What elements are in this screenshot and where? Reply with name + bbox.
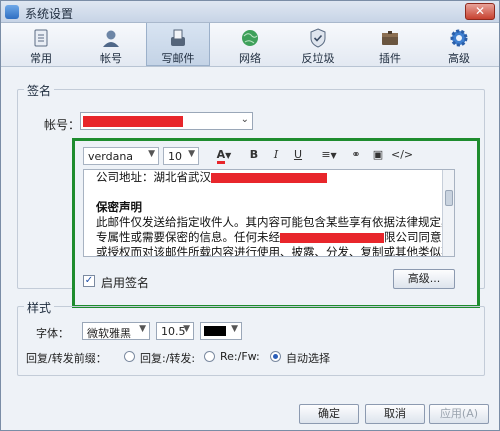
tab-general[interactable]: 常用 — [9, 23, 73, 66]
tab-account[interactable]: 帐号 — [79, 23, 143, 66]
signature-line: 公司地址：湖北省武汉 — [96, 170, 441, 185]
signature-group-label: 签名 — [24, 82, 55, 99]
tab-compose[interactable]: 写邮件 — [146, 23, 210, 66]
tab-label: 反垃圾 — [301, 52, 335, 65]
document-icon — [34, 29, 48, 47]
globe-icon — [242, 30, 258, 46]
prefix-label: 回复/转发前缀： — [26, 352, 107, 365]
shield-icon — [310, 28, 326, 48]
style-group: 样式 字体： 微软雅黑 ▼ 10.5 ▼ ▼ 回复/转发前缀： 回复:/转发: … — [17, 299, 485, 376]
color-select[interactable]: ▼ — [200, 322, 242, 340]
enable-signature-checkbox[interactable]: ✓ — [83, 275, 95, 287]
font-size-select[interactable]: 10.5 ▼ — [156, 322, 194, 340]
advanced-button[interactable]: 高级... — [393, 269, 455, 289]
prefix-radio-auto[interactable] — [270, 351, 281, 362]
tab-label: 网络 — [239, 52, 261, 65]
app-icon — [5, 5, 19, 19]
font-size-value: 10.5 — [161, 325, 186, 338]
text-color-button[interactable]: A▼ — [211, 148, 237, 164]
editor-scrollbar[interactable] — [442, 170, 454, 256]
prefix-option-label: 自动选择 — [286, 352, 330, 365]
signature-editor: verdana ▼ 10 ▼ A▼ B I U ≡▼ ⚭ ▣ </> 公司地址：… — [72, 138, 480, 308]
window-title: 系统设置 — [25, 7, 74, 21]
chevron-down-icon: ▼ — [231, 324, 238, 334]
font-size-value: 10 — [168, 150, 182, 163]
enable-signature-label: 启用签名 — [101, 276, 150, 290]
underline-icon[interactable]: U — [289, 148, 307, 164]
font-label: 字体： — [36, 327, 69, 340]
settings-content: 签名 帐号： ⌄ verdana ▼ 10 ▼ A▼ B I U ≡▼ ⚭ ▣ … — [17, 79, 485, 399]
color-swatch — [204, 326, 226, 336]
redacted-text — [280, 232, 384, 243]
cancel-button[interactable]: 取消 — [365, 404, 425, 424]
font-family-select[interactable]: verdana ▼ — [83, 147, 159, 165]
text-color-icon: A — [216, 148, 226, 164]
user-icon — [103, 30, 119, 47]
font-select[interactable]: 微软雅黑 ▼ — [82, 322, 150, 340]
signature-line: 保密声明 — [96, 200, 142, 214]
plugin-icon — [382, 31, 398, 45]
font-size-select[interactable]: 10 ▼ — [163, 147, 199, 165]
redacted-account — [83, 116, 183, 127]
font-family-value: verdana — [88, 150, 134, 163]
signature-text: 公司地址：湖北省武汉 保密声明 此邮件仅发送给指定收件人。其内容可能包含某些享有… — [96, 170, 455, 257]
signature-line: 或授权而对该邮件所载内容进行使用、披露、分发、复制或其他类似不当 — [96, 245, 455, 257]
font-value: 微软雅黑 — [87, 327, 131, 340]
chevron-down-icon: ⌄ — [240, 114, 249, 125]
account-select[interactable]: ⌄ — [80, 112, 253, 130]
gear-icon — [450, 29, 468, 47]
ok-button[interactable]: 确定 — [299, 404, 359, 424]
close-button[interactable]: ✕ — [465, 3, 495, 20]
chevron-down-icon: ▼ — [139, 324, 146, 334]
signature-line: 此邮件仅发送给指定收件人。其内容可能包含某些享有依据法律规定具有 — [96, 215, 455, 229]
tab-label: 常用 — [30, 52, 52, 65]
chevron-down-icon: ▼ — [183, 324, 190, 334]
editor-toolbar: verdana ▼ 10 ▼ A▼ B I U ≡▼ ⚭ ▣ </> — [83, 147, 455, 167]
italic-icon[interactable]: I — [267, 148, 285, 164]
tab-plugins[interactable]: 插件 — [358, 23, 422, 66]
compose-icon — [171, 29, 185, 46]
chevron-down-icon: ▼ — [225, 151, 232, 160]
align-icon[interactable]: ≡▼ — [317, 148, 341, 164]
image-icon[interactable]: ▣ — [369, 148, 387, 164]
style-group-label: 样式 — [24, 299, 55, 316]
bold-icon[interactable]: B — [245, 148, 263, 164]
editor-scroll-thumb[interactable] — [445, 190, 453, 206]
signature-line — [96, 185, 441, 200]
tab-label: 高级 — [448, 52, 470, 65]
settings-tabs: 常用 帐号 写邮件 网络 反垃圾 插件 高级 — [1, 23, 499, 67]
tab-label: 帐号 — [100, 52, 122, 65]
account-label: 帐号： — [44, 118, 81, 132]
tab-advanced[interactable]: 高级 — [427, 23, 491, 66]
prefix-radio-english[interactable] — [204, 351, 215, 362]
source-code-icon[interactable]: </> — [391, 148, 413, 164]
tab-antispam[interactable]: 反垃圾 — [286, 23, 350, 66]
settings-window: 系统设置 ✕ 常用 帐号 写邮件 网络 反垃圾 插件 高级 签名 帐号： ⌄ v… — [0, 0, 500, 431]
apply-button[interactable]: 应用(A) — [429, 404, 489, 424]
signature-editor-body[interactable]: 公司地址：湖北省武汉 保密声明 此邮件仅发送给指定收件人。其内容可能包含某些享有… — [83, 169, 455, 257]
title-bar: 系统设置 ✕ — [1, 1, 499, 23]
prefix-option-label: 回复:/转发: — [140, 352, 196, 365]
prefix-option-label: Re:/Fw: — [220, 350, 260, 363]
signature-group: 签名 帐号： ⌄ verdana ▼ 10 ▼ A▼ B I U ≡▼ ⚭ ▣ … — [17, 82, 485, 308]
chevron-down-icon: ▼ — [148, 149, 155, 159]
tab-label: 写邮件 — [161, 52, 195, 65]
dialog-buttons: 确定 取消 应用(A) — [1, 399, 499, 430]
tab-network[interactable]: 网络 — [218, 23, 282, 66]
signature-line: 专属性或需要保密的信息。任何未经 限公司同意 — [96, 230, 442, 244]
tab-label: 插件 — [379, 52, 401, 65]
link-icon[interactable]: ⚭ — [347, 148, 365, 164]
chevron-down-icon: ▼ — [188, 149, 195, 159]
redacted-text — [211, 172, 327, 183]
prefix-radio-chinese[interactable] — [124, 351, 135, 362]
